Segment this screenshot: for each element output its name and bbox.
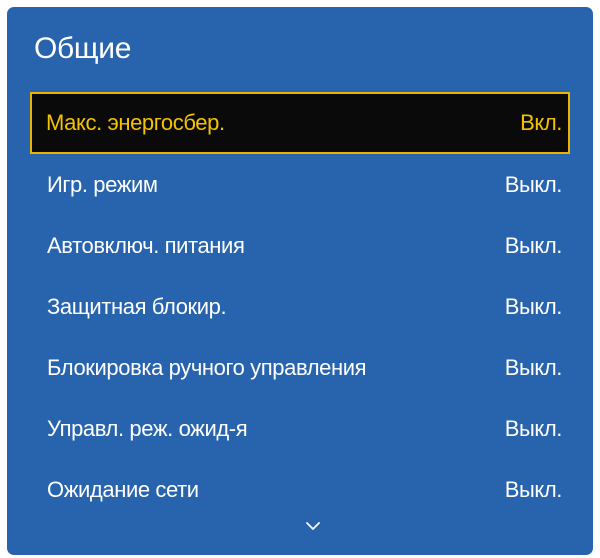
menu-item-value: Выкл. [504, 232, 563, 258]
menu-item-value: Выкл. [504, 171, 563, 197]
menu-item-button-lock[interactable]: Блокировка ручного управления Выкл. [30, 337, 570, 398]
general-settings-menu: Общие Макс. энергосбер. Вкл. Игр. режим … [7, 7, 593, 555]
menu-item-label: Ожидание сети [47, 476, 199, 502]
menu-item-label: Защитная блокир. [47, 293, 227, 319]
menu-item-value: Выкл. [504, 415, 563, 441]
menu-item-network-standby[interactable]: Ожидание сети Выкл. [30, 459, 570, 520]
menu-item-label: Автовключ. питания [47, 232, 245, 258]
menu-item-safety-lock[interactable]: Защитная блокир. Выкл. [30, 276, 570, 337]
menu-item-label: Макс. энергосбер. [46, 110, 225, 135]
chevron-down-icon[interactable] [306, 519, 320, 533]
menu-item-value: Вкл. [520, 110, 562, 135]
menu-item-label: Управл. реж. ожид-я [47, 415, 248, 441]
menu-item-label: Блокировка ручного управления [47, 354, 367, 380]
menu-title: Общие [34, 32, 132, 65]
menu-item-game-mode[interactable]: Игр. режим Выкл. [30, 154, 570, 215]
menu-item-standby-control[interactable]: Управл. реж. ожид-я Выкл. [30, 398, 570, 459]
menu-item-max-energy-saving[interactable]: Макс. энергосбер. Вкл. [30, 92, 570, 154]
menu-item-value: Выкл. [504, 476, 563, 502]
menu-item-label: Игр. режим [47, 171, 158, 197]
menu-item-value: Выкл. [504, 354, 563, 380]
menu-list: Макс. энергосбер. Вкл. Игр. режим Выкл. … [7, 92, 593, 520]
menu-item-auto-power[interactable]: Автовключ. питания Выкл. [30, 215, 570, 276]
menu-item-value: Выкл. [504, 293, 563, 319]
